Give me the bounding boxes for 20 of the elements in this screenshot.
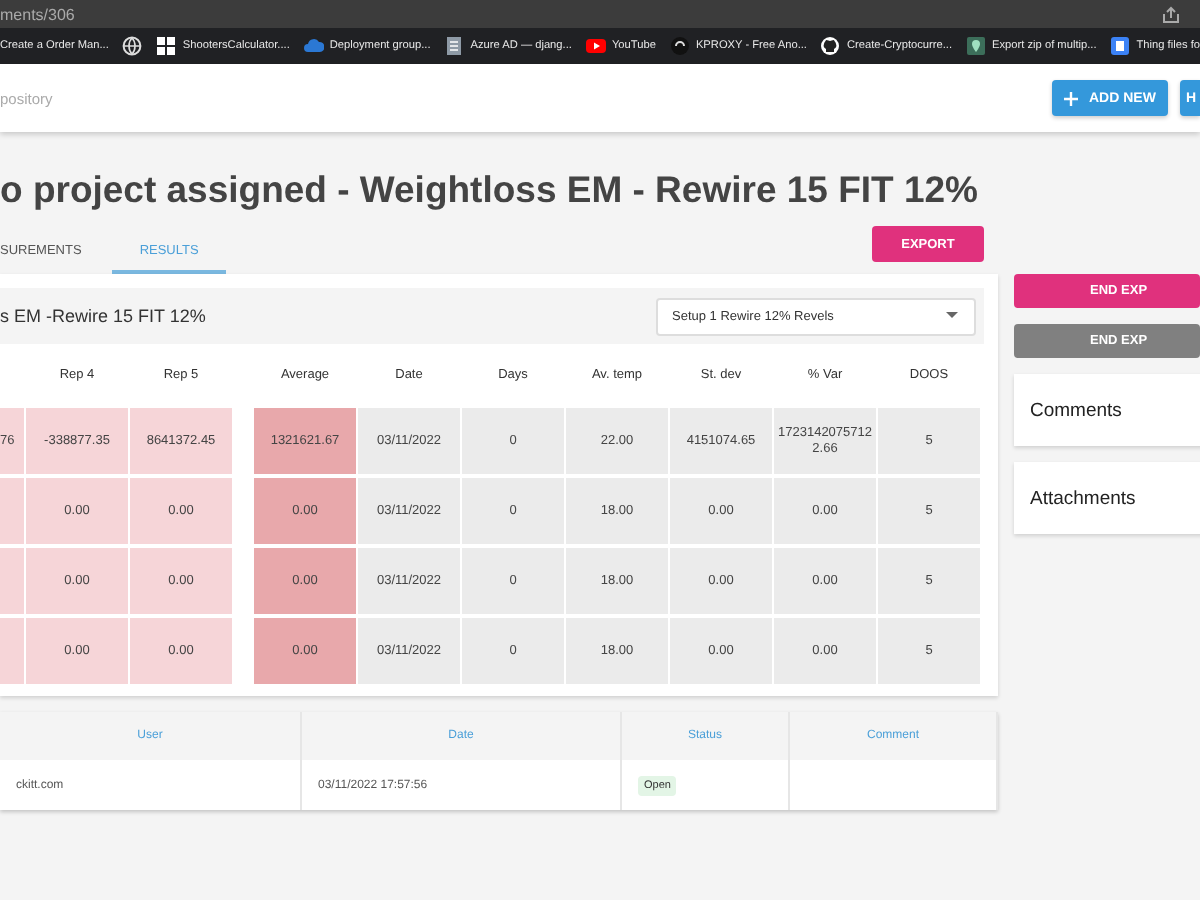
circle-icon (669, 36, 690, 56)
map-pin-icon (966, 36, 987, 56)
share-icon[interactable] (1162, 5, 1180, 23)
cloud-icon (303, 36, 324, 56)
dropdown-caret-icon (946, 312, 958, 320)
results-heading: s EM -Rewire 15 FIT 12% (0, 306, 206, 326)
page-title: o project assigned - Weightloss EM - Rewire 15 FIT 12% (0, 168, 980, 212)
address-url[interactable]: ments/306 (0, 5, 75, 23)
file-icon (1110, 36, 1131, 56)
document-icon (444, 36, 465, 56)
table-cell (0, 618, 24, 684)
panel-title[interactable]: Comments (1014, 374, 1200, 446)
play-icon (585, 36, 606, 56)
tiles-icon (156, 36, 177, 56)
cat-icon (820, 36, 841, 56)
panel-title[interactable]: Attachments (1014, 462, 1200, 534)
plus-icon (1064, 91, 1079, 105)
table-cell (0, 548, 24, 614)
table-cell (0, 478, 24, 544)
globe-icon[interactable] (122, 36, 143, 56)
